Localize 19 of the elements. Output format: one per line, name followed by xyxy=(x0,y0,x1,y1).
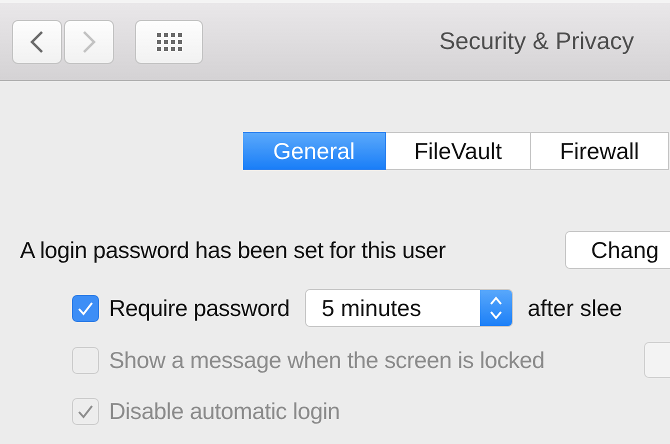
back-button[interactable] xyxy=(12,20,62,64)
grid-icon xyxy=(156,32,182,50)
tab[interactable]: Firewall xyxy=(531,132,669,170)
password-status-text: A login password has been set for this user xyxy=(20,236,446,264)
chevron-right-icon xyxy=(82,30,96,54)
after-sleep-text: after slee xyxy=(528,294,622,322)
checkmark-icon xyxy=(77,404,94,418)
chevron-left-icon xyxy=(30,30,44,54)
checkbox[interactable] xyxy=(72,294,99,322)
tab[interactable]: FileVault xyxy=(386,132,531,170)
window-title: Security & Privacy xyxy=(439,28,634,56)
interval-popup[interactable]: 5 minutes xyxy=(304,289,513,327)
checkmark-icon xyxy=(77,300,94,316)
grid-button[interactable] xyxy=(135,20,203,64)
change-password-button[interactable]: Chang xyxy=(565,231,670,269)
stepper-arrows-icon xyxy=(489,295,504,321)
option-label: Require password xyxy=(109,294,290,322)
option-label: Show a message when the screen is locked xyxy=(109,346,544,374)
option-label: Disable automatic login xyxy=(109,398,340,424)
